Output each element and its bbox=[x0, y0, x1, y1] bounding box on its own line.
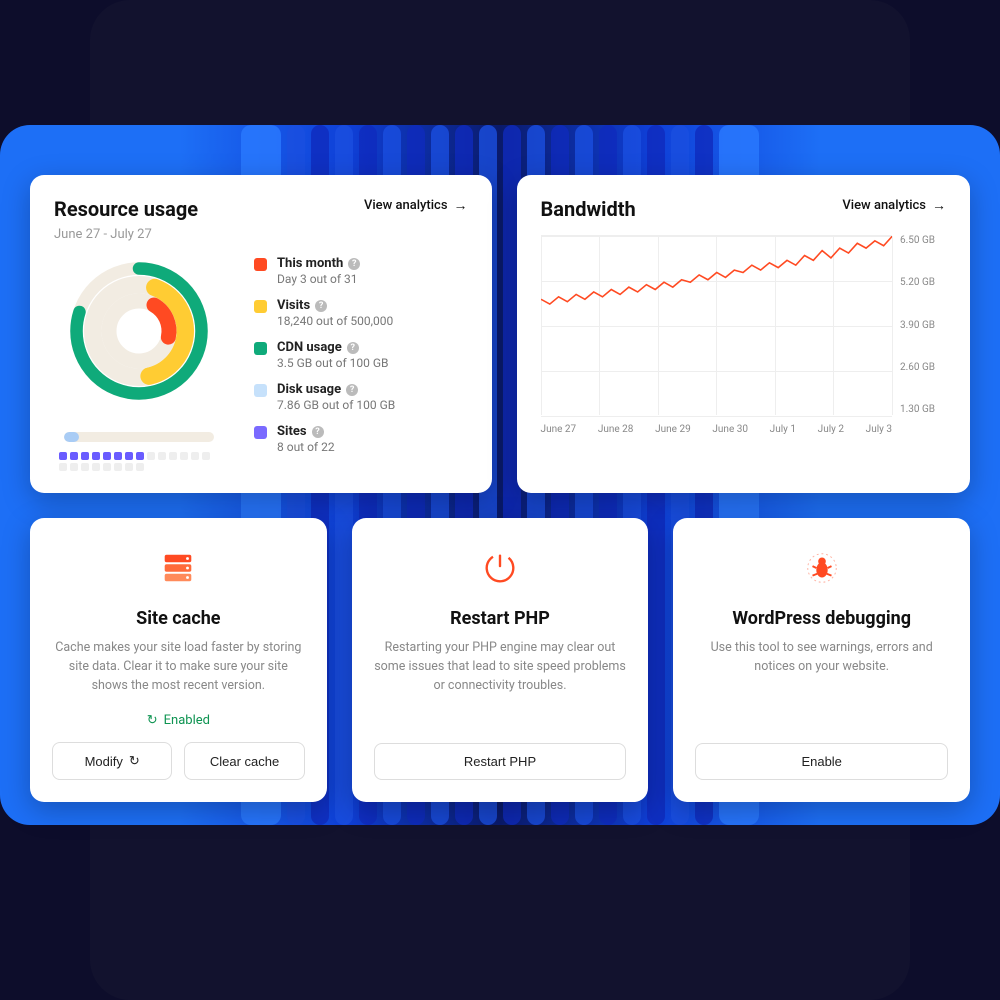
view-analytics-link[interactable]: View analytics→ bbox=[842, 197, 946, 214]
legend-item: This month ?Day 3 out of 31 bbox=[254, 256, 468, 286]
cache-desc: Cache makes your site load faster by sto… bbox=[52, 639, 305, 695]
legend-item: Disk usage ?7.86 GB out of 100 GB bbox=[254, 382, 468, 412]
resource-title: Resource usage bbox=[54, 197, 198, 221]
legend-item: Sites ?8 out of 22 bbox=[254, 424, 468, 454]
restart-php-button[interactable]: Restart PHP bbox=[374, 743, 627, 780]
legend-item: CDN usage ?3.5 GB out of 100 GB bbox=[254, 340, 468, 370]
wp-debug-card: WordPress debugging Use this tool to see… bbox=[673, 518, 970, 802]
bandwidth-card: Bandwidth View analytics→ June 27June 28… bbox=[517, 175, 970, 493]
php-title: Restart PHP bbox=[450, 608, 550, 629]
arrow-right-icon: → bbox=[932, 197, 946, 214]
usage-legend: This month ?Day 3 out of 31 Visits ?18,24… bbox=[254, 256, 468, 471]
help-icon[interactable]: ? bbox=[346, 384, 358, 396]
disk-usage-bar bbox=[64, 432, 214, 442]
dashboard: Resource usage June 27 - July 27 View an… bbox=[30, 175, 970, 802]
help-icon[interactable]: ? bbox=[315, 300, 327, 312]
bug-icon bbox=[800, 546, 844, 590]
enable-debug-button[interactable]: Enable bbox=[695, 743, 948, 780]
restart-php-card: Restart PHP Restarting your PHP engine m… bbox=[352, 518, 649, 802]
refresh-icon: ↻ bbox=[129, 753, 140, 769]
usage-donut-chart bbox=[64, 256, 214, 406]
resource-usage-card: Resource usage June 27 - July 27 View an… bbox=[30, 175, 492, 493]
bandwidth-title: Bandwidth bbox=[541, 197, 636, 221]
php-desc: Restarting your PHP engine may clear out… bbox=[374, 639, 627, 695]
debug-title: WordPress debugging bbox=[732, 608, 911, 629]
power-icon bbox=[478, 546, 522, 590]
clear-cache-button[interactable]: Clear cache bbox=[184, 742, 304, 780]
bandwidth-y-labels: 6.50 GB5.20 GB3.90 GB2.60 GB1.30 GB bbox=[900, 235, 946, 415]
help-icon[interactable]: ? bbox=[312, 426, 324, 438]
view-analytics-link[interactable]: View analytics→ bbox=[364, 197, 468, 214]
server-stack-icon bbox=[156, 546, 200, 590]
modify-button[interactable]: Modify ↻ bbox=[52, 742, 172, 780]
legend-item: Visits ?18,240 out of 500,000 bbox=[254, 298, 468, 328]
refresh-icon: ↻ bbox=[147, 713, 158, 728]
cache-status: ↻ Enabled bbox=[147, 713, 210, 728]
site-cache-card: Site cache Cache makes your site load fa… bbox=[30, 518, 327, 802]
resource-date-range: June 27 - July 27 bbox=[54, 227, 198, 242]
cache-title: Site cache bbox=[136, 608, 220, 629]
arrow-right-icon: → bbox=[454, 197, 468, 214]
bandwidth-chart: June 27June 28June 29June 30July 1July 2… bbox=[541, 235, 892, 435]
sites-usage-dots bbox=[59, 452, 219, 471]
help-icon[interactable]: ? bbox=[348, 258, 360, 270]
help-icon[interactable]: ? bbox=[347, 342, 359, 354]
debug-desc: Use this tool to see warnings, errors an… bbox=[695, 639, 948, 677]
